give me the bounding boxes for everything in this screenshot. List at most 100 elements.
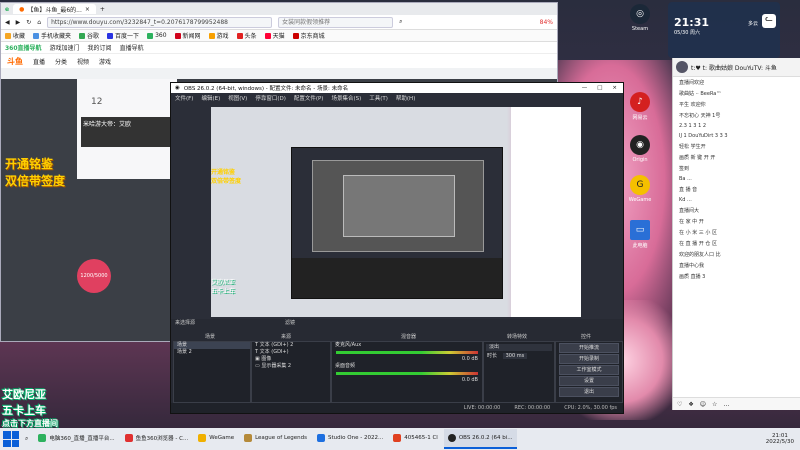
menu-view[interactable]: 视图(V) [228, 94, 247, 102]
desktop-icon-pc[interactable]: ▭ 此电脑 [620, 220, 660, 249]
new-tab-icon[interactable]: + [100, 6, 105, 13]
bookmark-item[interactable]: 360 [147, 32, 167, 39]
close-icon[interactable]: × [612, 85, 617, 91]
search-icon[interactable]: ⌕ [21, 435, 32, 443]
subnav-item[interactable]: 直播导航 [120, 43, 144, 52]
taskbar-app-browser[interactable]: 电脑360_直播_直播平台... [34, 429, 118, 449]
menu-tools[interactable]: 工具(T) [369, 94, 388, 102]
bookmark-item[interactable]: 游戏 [208, 31, 229, 40]
wegame-icon: G [630, 175, 650, 195]
maximize-icon[interactable]: □ [597, 85, 602, 91]
chat-line: 2.3 1 3 1 2 [679, 123, 707, 129]
browser-tab[interactable]: ● 【鱼】斗鱼_最6的... × [13, 4, 96, 14]
start-streaming-button[interactable]: 开始推流 [559, 343, 619, 353]
subnav-item[interactable]: 360直播导航 [5, 43, 42, 52]
scene-item[interactable]: 场景 2 [174, 349, 250, 356]
transitions-title: 转场特效 [507, 334, 528, 340]
site-nav-item[interactable]: 分类 [55, 57, 67, 66]
forward-icon[interactable]: ▶ [16, 19, 21, 26]
taskbar-app-obs[interactable]: OBS 26.0.2 (64 bi... [443, 429, 517, 449]
filter-label[interactable]: 滤镜 [285, 319, 295, 327]
more-icon[interactable]: … [723, 401, 729, 408]
subnav-item[interactable]: 游戏加速门 [50, 43, 80, 52]
bookmark-item[interactable]: 收藏 [5, 31, 25, 40]
duration-input[interactable]: 300 ms [502, 353, 528, 359]
source-item[interactable]: T 文本 (GDI+) [252, 349, 330, 356]
fan-badge[interactable]: 1200/5000 [77, 259, 111, 293]
source-item[interactable]: ▣ 图像 [252, 356, 330, 363]
taskbar-app-wegame[interactable]: WeGame [194, 429, 238, 449]
bookmark-item[interactable]: 手机收藏夹 [33, 31, 71, 40]
desktop-icon-label: Steam [631, 26, 649, 32]
site-nav-item[interactable]: 直播 [33, 57, 45, 66]
taskbar-app-studio-one[interactable]: Studio One - 2022... [313, 429, 387, 449]
bookmark-item[interactable]: 京东商城 [292, 31, 325, 40]
chat-line: 轻松 学生开 [679, 144, 706, 150]
minimize-icon[interactable]: — [582, 85, 588, 91]
obs-docks: 来选择源 滤镜 场景 场景 场景 2 来源 T 文本 (GDI+) 2 T 文本… [171, 319, 623, 413]
start-recording-button[interactable]: 开始录制 [559, 354, 619, 364]
desktop-icon-origin[interactable]: ◉ Origin [620, 135, 660, 163]
chat-header-text: t:♥ t: 歌曲姑娘 DouYuTV: 斗鱼 [691, 64, 777, 72]
bookmark-item[interactable]: 谷歌 [79, 31, 99, 40]
home-icon[interactable]: ⌂ [37, 19, 41, 26]
menu-file[interactable]: 文件(F) [175, 94, 193, 102]
bookmark-item[interactable]: 新闻网 [174, 31, 201, 40]
search-icon[interactable]: ⌕ [399, 18, 402, 26]
taskbar-app-browser2[interactable]: 鱼鱼360浏览器 - C... [121, 429, 193, 449]
site-nav-item[interactable]: 视频 [77, 57, 89, 66]
sources-panel: T 文本 (GDI+) 2 T 文本 (GDI+) ▣ 图像 ▭ 显示器采集 2 [251, 341, 331, 403]
taskbar-app-other[interactable]: 405465-1 Cl [389, 429, 442, 449]
source-item[interactable]: T 文本 (GDI+) 2 [252, 342, 330, 349]
close-icon[interactable]: × [85, 6, 90, 13]
browser-icon [124, 434, 133, 442]
url-input[interactable]: https://www.douyu.com/3232847_t=0.207617… [47, 16, 273, 28]
obs-icon [447, 434, 456, 442]
site-nav-item[interactable]: 游戏 [99, 57, 111, 66]
menu-scene-collection[interactable]: 场景集合(S) [331, 94, 361, 102]
subnav-item[interactable]: 我的订阅 [88, 43, 112, 52]
settings-button[interactable]: 设置 [559, 376, 619, 386]
chat-line: 不忘初心 天神 1号 [679, 113, 721, 119]
exit-button[interactable]: 退出 [559, 387, 619, 397]
transition-select[interactable]: 淡出 [486, 344, 552, 351]
menu-profile[interactable]: 配置文件(P) [294, 94, 324, 102]
streamer-card[interactable]: 米哈游大帝：艾欧 [81, 117, 171, 147]
bookmark-item[interactable]: 百度一下 [107, 31, 139, 40]
bookmark-item[interactable]: 头条 [236, 31, 257, 40]
start-button[interactable] [3, 431, 19, 447]
desktop-icon-wegame[interactable]: G WeGame [620, 175, 660, 203]
scene-item[interactable]: 场景 [174, 342, 250, 349]
promo-overlay: 开通铭鉴 双倍带签度 [5, 155, 65, 189]
mixer-panel: 麦克风/Aux 0.0 dB 桌面音频 0.0 dB [331, 341, 483, 403]
site-logo[interactable]: 斗鱼 [7, 56, 23, 67]
chat-line: 直播中心我 [679, 263, 705, 269]
extension-percent[interactable]: 84% [540, 19, 553, 26]
obs-preview-canvas[interactable]: 开通铭鉴 双倍带签度 艾欧尼亚 五卡上车 [211, 107, 581, 317]
person-icon[interactable]: ☺ [700, 401, 706, 408]
audio-meter [336, 372, 478, 375]
source-item[interactable]: ▭ 显示器采集 2 [252, 363, 330, 370]
bookmark-item[interactable]: 天猫 [264, 31, 285, 40]
search-input[interactable]: 女装同款假领推荐 [278, 16, 394, 28]
studio-mode-button[interactable]: 工作室模式 [559, 365, 619, 375]
widget-date: 05/30 周六 [674, 30, 700, 36]
chat-line: 在 小 米 三 小 区 [679, 230, 717, 236]
gift-icon[interactable]: ❖ [688, 401, 693, 408]
desktop-icon-netease[interactable]: ♪ 网易云 [620, 92, 660, 121]
star-icon[interactable]: ☆ [712, 401, 717, 408]
heart-icon[interactable]: ♡ [677, 401, 682, 408]
menu-docks[interactable]: 停靠窗口(D) [255, 94, 286, 102]
taskbar-clock[interactable]: 21:01 2022/5/30 [760, 433, 800, 445]
overlay-line: 五卡上车 [2, 404, 46, 417]
menu-help[interactable]: 帮助(H) [396, 94, 415, 102]
menu-edit[interactable]: 编辑(E) [201, 94, 220, 102]
back-icon[interactable]: ◀ [5, 19, 10, 26]
sources-title: 来源 [281, 334, 292, 340]
sub-nav-bar: 360直播导航 游戏加速门 我的订阅 直播导航 [1, 42, 557, 54]
refresh-icon[interactable]: ↻ [26, 19, 31, 26]
taskbar-app-lol[interactable]: League of Legends [240, 429, 311, 449]
scene-source-label: 来选择源 [175, 320, 196, 326]
chat-line: 歌曲姑 ·· BeeRa™ [679, 91, 722, 97]
desktop-icon-steam[interactable]: ◎ Steam [620, 4, 660, 32]
